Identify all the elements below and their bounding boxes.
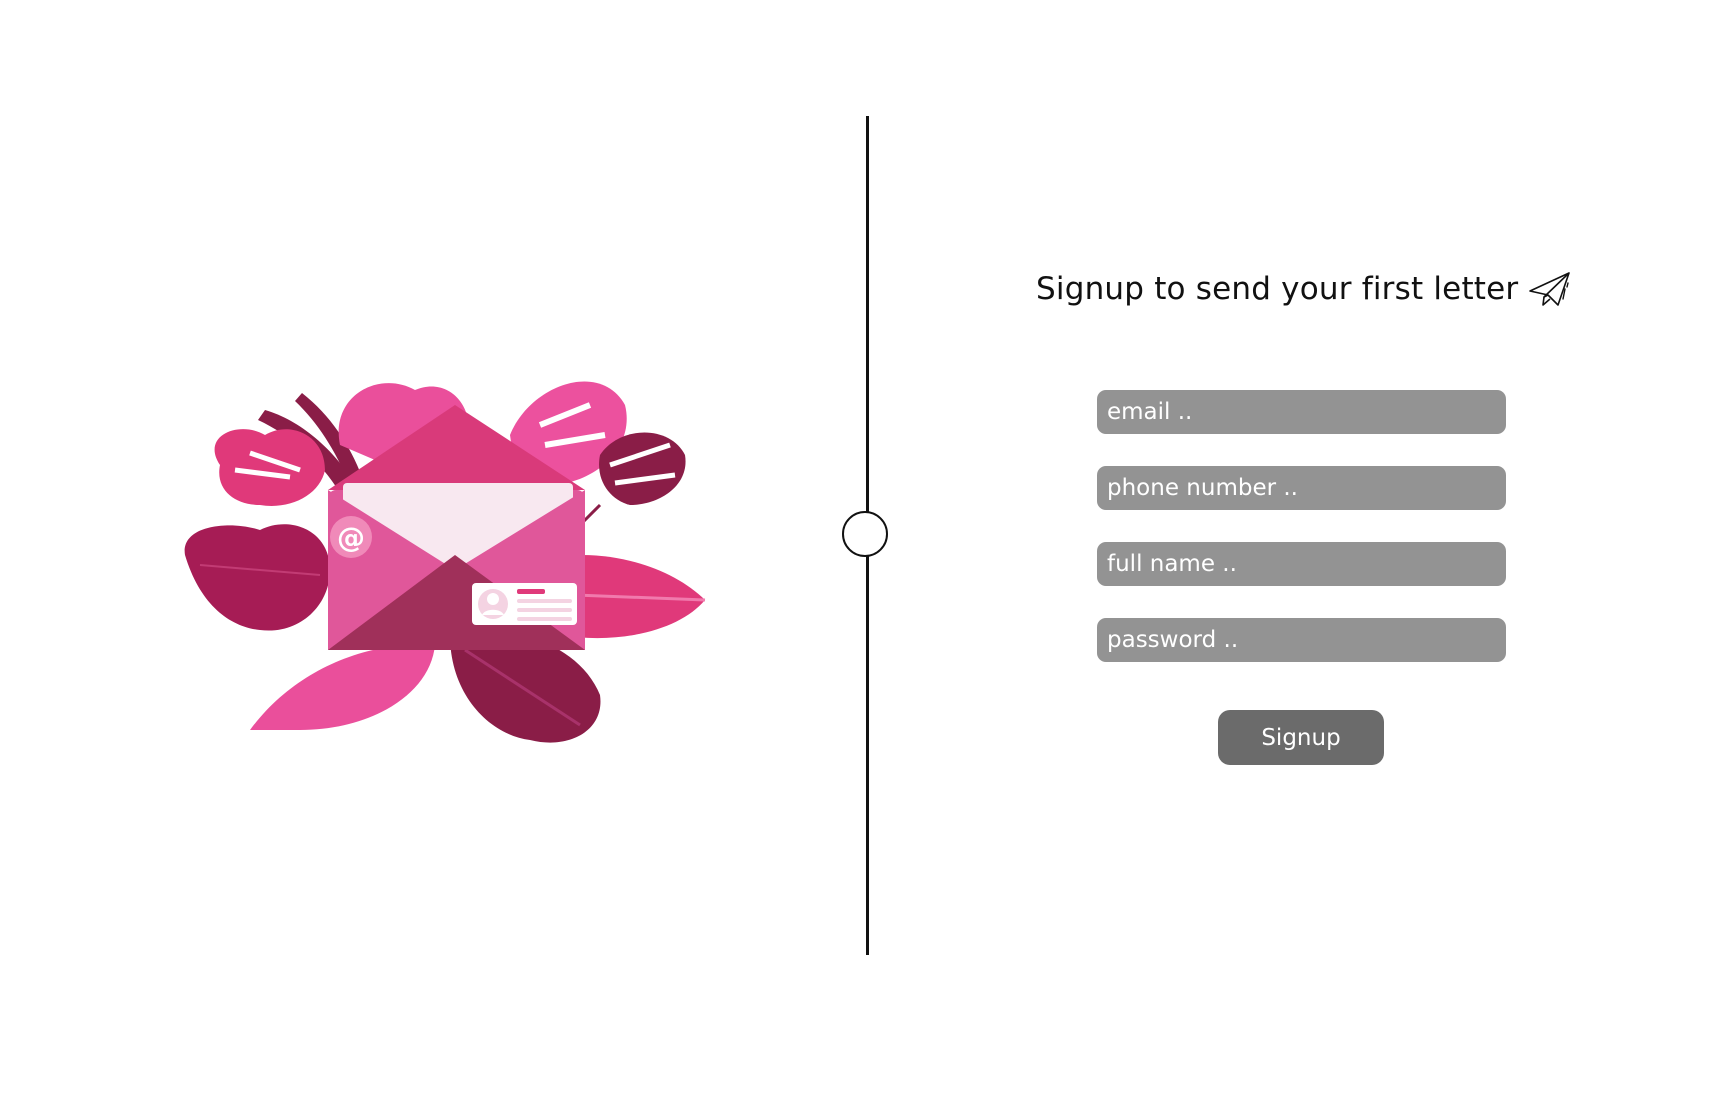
at-symbol: @ [337, 521, 365, 554]
form-title: Signup to send your first letter [1036, 264, 1572, 314]
divider-handle[interactable] [842, 511, 888, 557]
full-name-field[interactable] [1097, 542, 1506, 586]
envelope-illustration: @ [184, 381, 706, 743]
email-field[interactable] [1097, 390, 1506, 434]
page-title: Signup to send your first letter [1036, 271, 1519, 307]
signup-page: @ Signup to send your first letter Signu… [0, 0, 1728, 1117]
paper-plane-icon [1529, 272, 1571, 306]
signup-button[interactable]: Signup [1218, 710, 1384, 765]
password-field[interactable] [1097, 618, 1506, 662]
phone-number-field[interactable] [1097, 466, 1506, 510]
